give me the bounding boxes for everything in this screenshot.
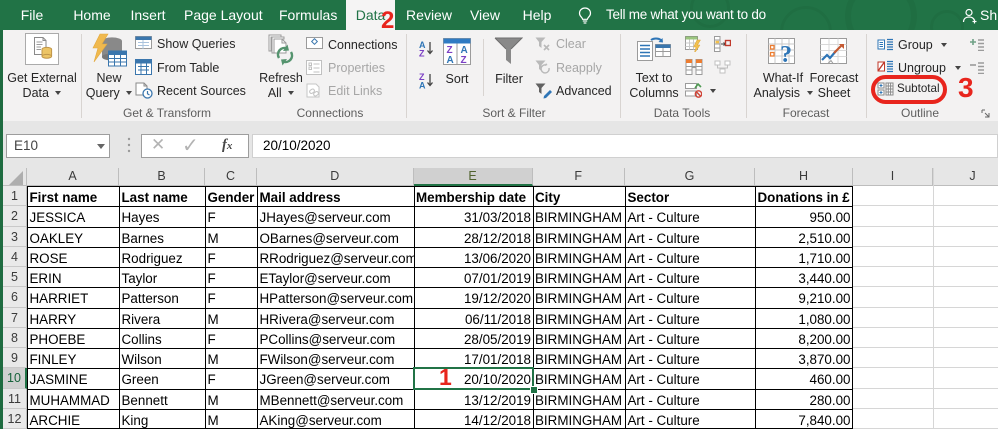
svg-text:A: A: [419, 81, 426, 90]
svg-text:?: ?: [780, 42, 792, 68]
svg-text:Z: Z: [461, 55, 467, 65]
svg-text:A: A: [447, 55, 454, 65]
svg-text:Z: Z: [419, 49, 425, 58]
